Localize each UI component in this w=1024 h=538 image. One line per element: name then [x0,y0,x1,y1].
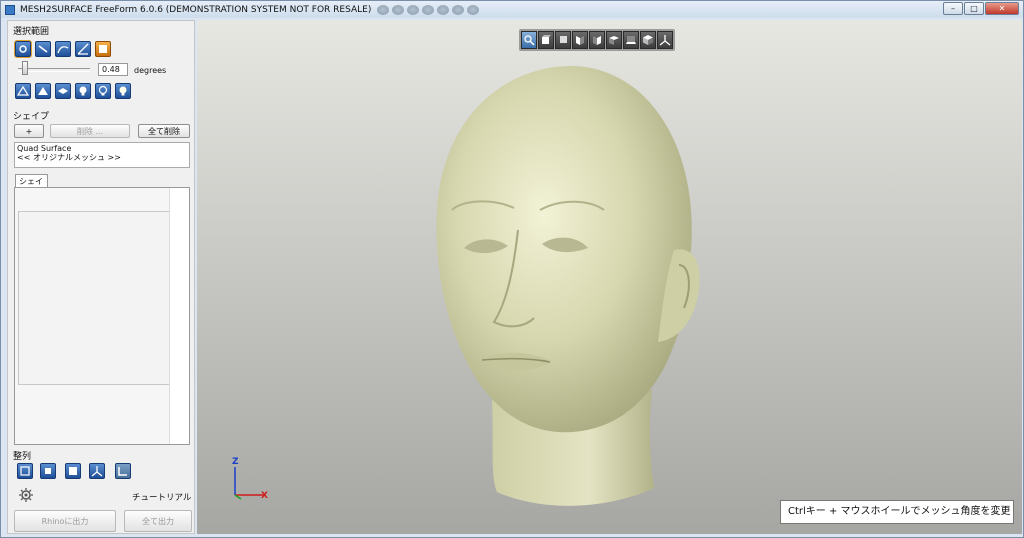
shape-scrollbar[interactable] [169,188,189,444]
edge-icon [77,43,89,55]
lightbulb-outline-icon [98,85,108,96]
triangle-outline-button[interactable] [15,83,31,99]
cube-front-icon [542,35,551,44]
view-toolbar [519,29,675,51]
paint-tool-button[interactable] [95,41,111,57]
triangle-fill-button[interactable] [35,83,51,99]
view-right-button[interactable] [589,31,605,49]
align-button-4[interactable] [89,463,105,479]
angle-slider[interactable] [22,61,28,75]
align-button-1[interactable] [17,463,33,479]
info-line-1: Quad Surface [17,144,72,153]
cube-left-icon [576,36,584,45]
corner-align-icon [118,467,127,476]
axis-indicator: Z X [232,457,268,501]
view-bottom-button[interactable] [623,31,639,49]
angle-input[interactable]: 0.48 [98,63,128,76]
view-top-button[interactable] [606,31,622,49]
info-line-2: << オリジナルメッシュ >> [17,153,121,162]
magnifier-icon [524,35,535,46]
cube-back-icon [560,36,567,43]
brush-icon [38,45,48,53]
delete-shape-button[interactable]: 削除 ... [50,124,130,138]
brush-tool-button[interactable] [35,41,51,57]
align-box-icon [45,468,51,474]
align-button-2[interactable] [40,463,56,479]
bulb-tool-button-1[interactable] [75,83,91,99]
head-mesh-model[interactable] [422,60,722,520]
window-title: MESH2SURFACE FreeForm 6.0.6 (DEMONSTRATI… [20,4,372,15]
view-left-button[interactable] [572,31,588,49]
cube-iso-icon [643,35,653,45]
window-controls: – □ ✕ [943,2,1019,15]
bulb-tool-button-3[interactable] [115,83,131,99]
edge-tool-button[interactable] [75,41,91,57]
axis-z-label: Z [232,457,239,467]
settings-gear-icon[interactable] [18,487,34,503]
close-button[interactable]: ✕ [985,2,1019,15]
tutorial-link[interactable]: チュートリアル [132,491,191,503]
align-square-icon [69,467,77,475]
triangle-fill-icon [38,87,48,95]
selection-label: 選択範囲 [13,27,50,37]
cube-bottom-icon [626,36,636,44]
curve-tool-button[interactable] [55,41,71,57]
align-icon [20,466,30,476]
cube-right-icon [593,36,601,45]
title-bar: MESH2SURFACE FreeForm 6.0.6 (DEMONSTRATI… [1,1,1023,18]
cube-top-icon [609,36,619,45]
align-button-3[interactable] [65,463,81,479]
left-panel: 選択範囲 0.48 degrees シェイプ + 削除 ... 全て削除 Qua… [7,20,195,534]
axes-icon [659,35,671,46]
shape-tab-pane [14,187,190,445]
rhino-export-button[interactable]: Rhinoに出力 [14,510,116,532]
axis-align-icon [91,466,103,477]
background-desktop-icons [377,4,480,15]
app-icon [5,4,15,15]
viewport-hint: Ctrlキー + マウスホイールでメッシュ角度を変更 [780,500,1014,524]
align-label: 整列 [13,452,32,462]
gear-icon [19,45,27,53]
bulb-tool-button-2[interactable] [95,83,111,99]
delete-all-button[interactable]: 全て削除 [138,124,190,138]
export-all-button[interactable]: 全て出力 [124,510,192,532]
axis-x-label: X [261,491,268,501]
shape-info-box: Quad Surface << オリジナルメッシュ >> [14,142,190,168]
add-shape-button[interactable]: + [14,124,44,138]
curve-icon [57,46,69,54]
view-iso-button[interactable] [640,31,656,49]
triangle-outline-icon [17,85,29,96]
shape-label: シェイプ [13,112,50,122]
angle-unit: degrees [134,66,167,75]
bird-icon [58,88,68,94]
shape-list[interactable] [18,211,170,385]
view-back-button[interactable] [555,31,571,49]
view-front-button[interactable] [538,31,554,49]
lightbulb-icon [79,86,87,96]
view-axes-button[interactable] [657,31,673,49]
align-button-5[interactable] [115,463,131,479]
minimize-button[interactable]: – [943,2,963,15]
paint-icon [99,45,107,53]
select-tool-button[interactable] [14,40,32,58]
angle-slider-track [18,68,90,72]
lightbulb-bright-icon [119,86,127,96]
zoom-fit-button[interactable] [521,31,537,49]
bird-tool-button[interactable] [55,83,71,99]
tab-shape[interactable]: シェイプ [15,174,48,199]
app-window: MESH2SURFACE FreeForm 6.0.6 (DEMONSTRATI… [0,0,1024,538]
maximize-button[interactable]: □ [964,2,984,15]
3d-viewport[interactable]: Z X Ctrlキー + マウスホイールでメッシュ角度を変更 [197,20,1022,534]
